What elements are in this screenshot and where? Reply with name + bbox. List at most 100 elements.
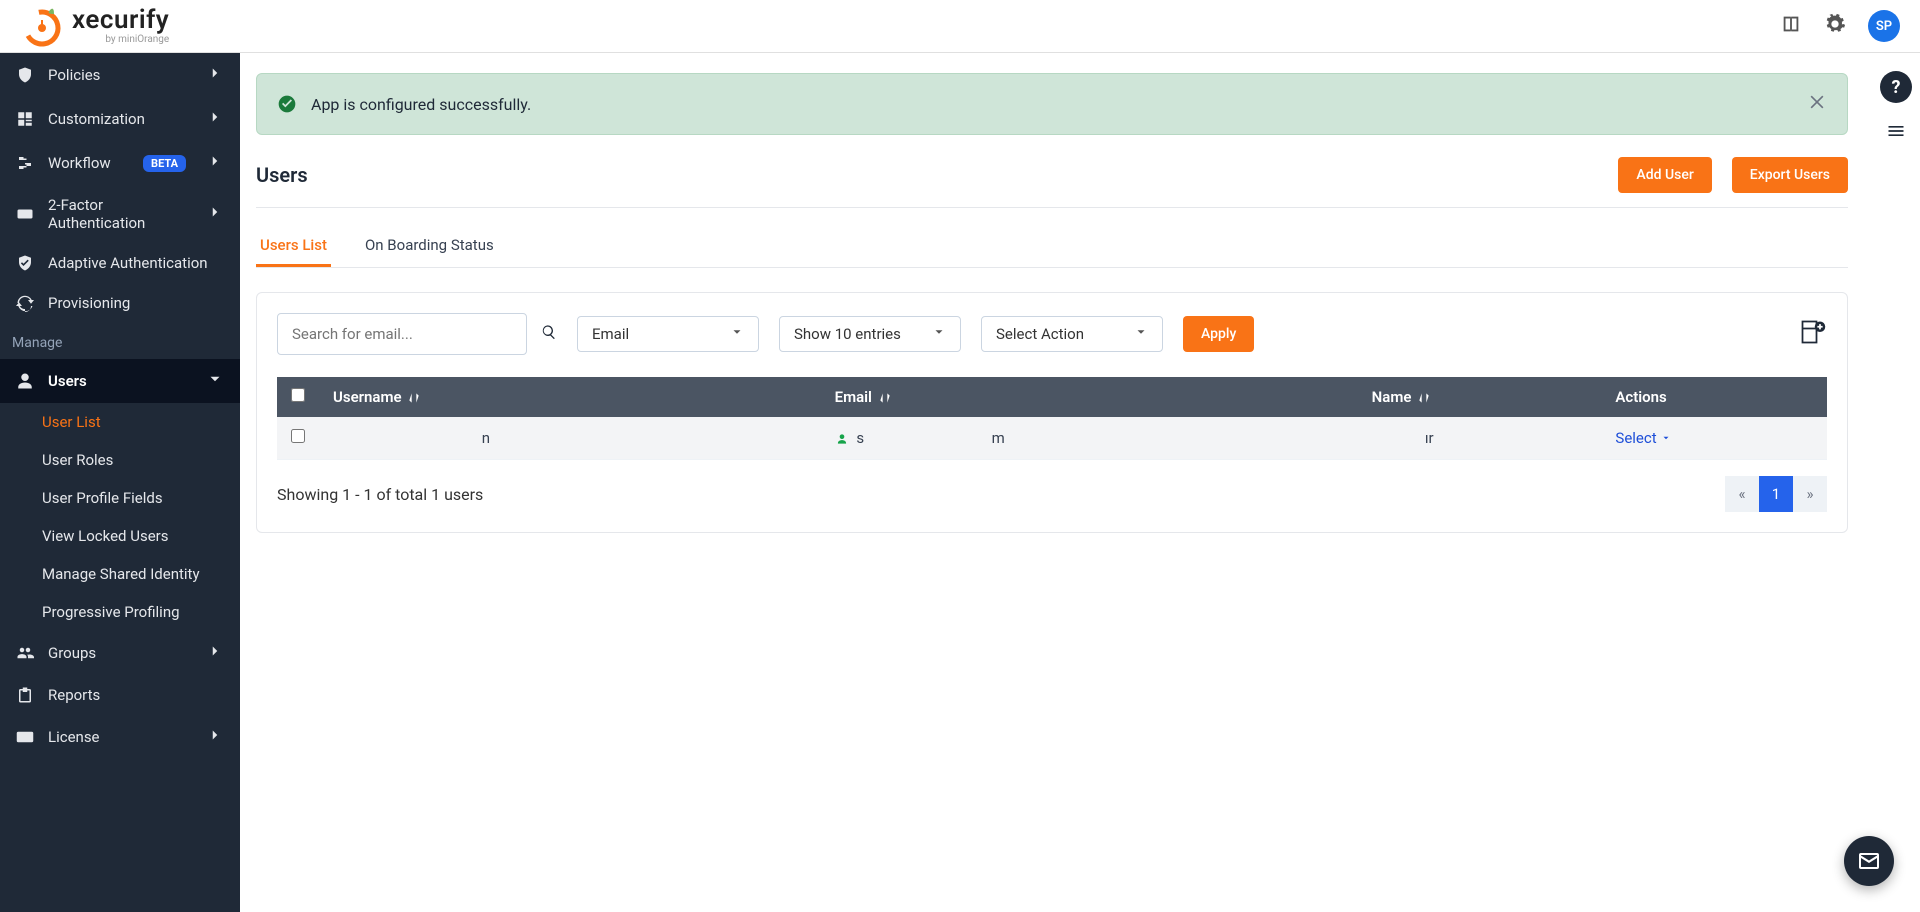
col-email[interactable]: Email	[821, 377, 1358, 417]
sidebar-item-adaptive-auth[interactable]: Adaptive Authentication	[0, 243, 240, 283]
user-status-icon	[835, 432, 849, 446]
chevron-down-icon	[206, 370, 224, 392]
brand-byline: by miniOrange	[72, 35, 169, 45]
apply-button[interactable]: Apply	[1183, 316, 1254, 352]
row-action-select[interactable]: Select	[1615, 429, 1670, 447]
sidebar-item-label: Reports	[48, 686, 100, 704]
users-table: Username Email Name Actions	[277, 377, 1827, 460]
sidebar-section-manage: Manage	[0, 323, 240, 359]
sync-icon	[16, 294, 34, 312]
rail-menu-icon[interactable]	[1886, 121, 1906, 145]
contact-fab[interactable]	[1844, 836, 1894, 886]
search-input[interactable]	[277, 313, 527, 355]
sub-user-roles[interactable]: User Roles	[0, 441, 240, 479]
caret-down-icon	[1661, 433, 1671, 443]
grid-icon	[16, 110, 34, 128]
pagination: « 1 »	[1725, 476, 1827, 512]
topbar: xecurify by miniOrange SP	[0, 0, 1920, 53]
sidebar-item-customization[interactable]: Customization	[0, 97, 240, 141]
sidebar-item-label: Workflow	[48, 154, 111, 172]
bulk-action-select[interactable]: Select Action	[981, 316, 1163, 352]
pager-prev[interactable]: «	[1725, 476, 1759, 512]
sidebar-item-groups[interactable]: Groups	[0, 631, 240, 675]
sidebar-item-license[interactable]: License	[0, 715, 240, 759]
users-panel: Email Show 10 entries Select Action Appl…	[256, 292, 1848, 533]
cell-username: ██████████████n	[319, 417, 821, 460]
chevron-right-icon	[206, 642, 224, 664]
sidebar-item-users[interactable]: Users	[0, 359, 240, 403]
sidebar-item-label: Provisioning	[48, 294, 130, 312]
tab-users-list[interactable]: Users List	[256, 226, 331, 267]
tab-onboarding-status[interactable]: On Boarding Status	[361, 226, 498, 267]
alert-close-icon[interactable]	[1807, 92, 1827, 116]
sidebar-item-label: Adaptive Authentication	[48, 254, 208, 272]
sidebar-item-label: 2-Factor Authentication	[48, 196, 192, 232]
sort-icon	[1417, 391, 1431, 405]
sub-user-list[interactable]: User List	[0, 403, 240, 441]
chevron-right-icon	[206, 203, 224, 225]
entries-select[interactable]: Show 10 entries	[779, 316, 961, 352]
chevron-right-icon	[206, 152, 224, 174]
add-column-icon[interactable]	[1799, 318, 1827, 350]
page-title: Users	[256, 163, 308, 187]
card-icon	[16, 728, 34, 746]
sidebar-item-label: Customization	[48, 110, 145, 128]
chevron-down-icon	[730, 325, 744, 343]
col-name[interactable]: Name	[1358, 377, 1602, 417]
shield-icon	[16, 254, 34, 272]
sidebar-item-policies[interactable]: Policies	[0, 53, 240, 97]
cell-email: s████████████m	[821, 417, 1358, 460]
col-username[interactable]: Username	[319, 377, 821, 417]
export-users-button[interactable]: Export Users	[1732, 157, 1848, 193]
select-value: Select Action	[996, 325, 1084, 343]
sidebar-item-provisioning[interactable]: Provisioning	[0, 283, 240, 323]
sub-progressive-profiling[interactable]: Progressive Profiling	[0, 593, 240, 631]
chevron-down-icon	[1134, 325, 1148, 343]
sidebar-item-label: Users	[48, 372, 87, 390]
mail-icon	[1857, 849, 1881, 873]
pager-page[interactable]: 1	[1759, 476, 1793, 512]
brand-name: xecurify	[72, 7, 169, 33]
sub-user-profile-fields[interactable]: User Profile Fields	[0, 479, 240, 517]
number-icon	[16, 205, 34, 223]
alert-message: App is configured successfully.	[311, 95, 531, 114]
brand-logo[interactable]: xecurify by miniOrange	[20, 4, 169, 48]
gear-icon[interactable]	[1824, 13, 1846, 39]
chevron-right-icon	[206, 108, 224, 130]
sidebar-item-workflow[interactable]: Workflow BETA	[0, 141, 240, 185]
row-checkbox[interactable]	[291, 429, 305, 443]
table-row: ██████████████n s████████████m █████ır S…	[277, 417, 1827, 460]
groups-icon	[16, 644, 34, 662]
select-value: Show 10 entries	[794, 325, 901, 343]
right-rail: ?	[1872, 53, 1920, 912]
chevron-right-icon	[206, 726, 224, 748]
clipboard-icon	[16, 686, 34, 704]
add-user-button[interactable]: Add User	[1618, 157, 1711, 193]
search-icon[interactable]	[541, 324, 557, 344]
beta-badge: BETA	[143, 155, 186, 172]
help-button[interactable]: ?	[1880, 71, 1912, 103]
logo-icon	[20, 4, 64, 48]
cell-name: █████ır	[1358, 417, 1602, 460]
check-circle-icon	[277, 94, 297, 114]
users-submenu: User List User Roles User Profile Fields…	[0, 403, 240, 631]
docs-icon[interactable]	[1780, 13, 1802, 39]
filter-field-select[interactable]: Email	[577, 316, 759, 352]
pager-next[interactable]: »	[1793, 476, 1827, 512]
sidebar-item-2fa[interactable]: 2-Factor Authentication	[0, 185, 240, 243]
sidebar-item-reports[interactable]: Reports	[0, 675, 240, 715]
sort-icon	[407, 391, 421, 405]
table-summary: Showing 1 - 1 of total 1 users	[277, 485, 483, 504]
user-icon	[16, 372, 34, 390]
sub-manage-shared-identity[interactable]: Manage Shared Identity	[0, 555, 240, 593]
avatar[interactable]: SP	[1868, 10, 1900, 42]
sub-view-locked-users[interactable]: View Locked Users	[0, 517, 240, 555]
sidebar-item-label: License	[48, 728, 100, 746]
flow-icon	[16, 154, 34, 172]
chevron-right-icon	[206, 64, 224, 86]
sidebar: Policies Customization Workflow BETA 2-F…	[0, 53, 240, 912]
select-all-checkbox[interactable]	[291, 388, 305, 402]
select-value: Email	[592, 325, 629, 343]
shield-gear-icon	[16, 66, 34, 84]
main-content: App is configured successfully. Users Ad…	[240, 53, 1872, 912]
